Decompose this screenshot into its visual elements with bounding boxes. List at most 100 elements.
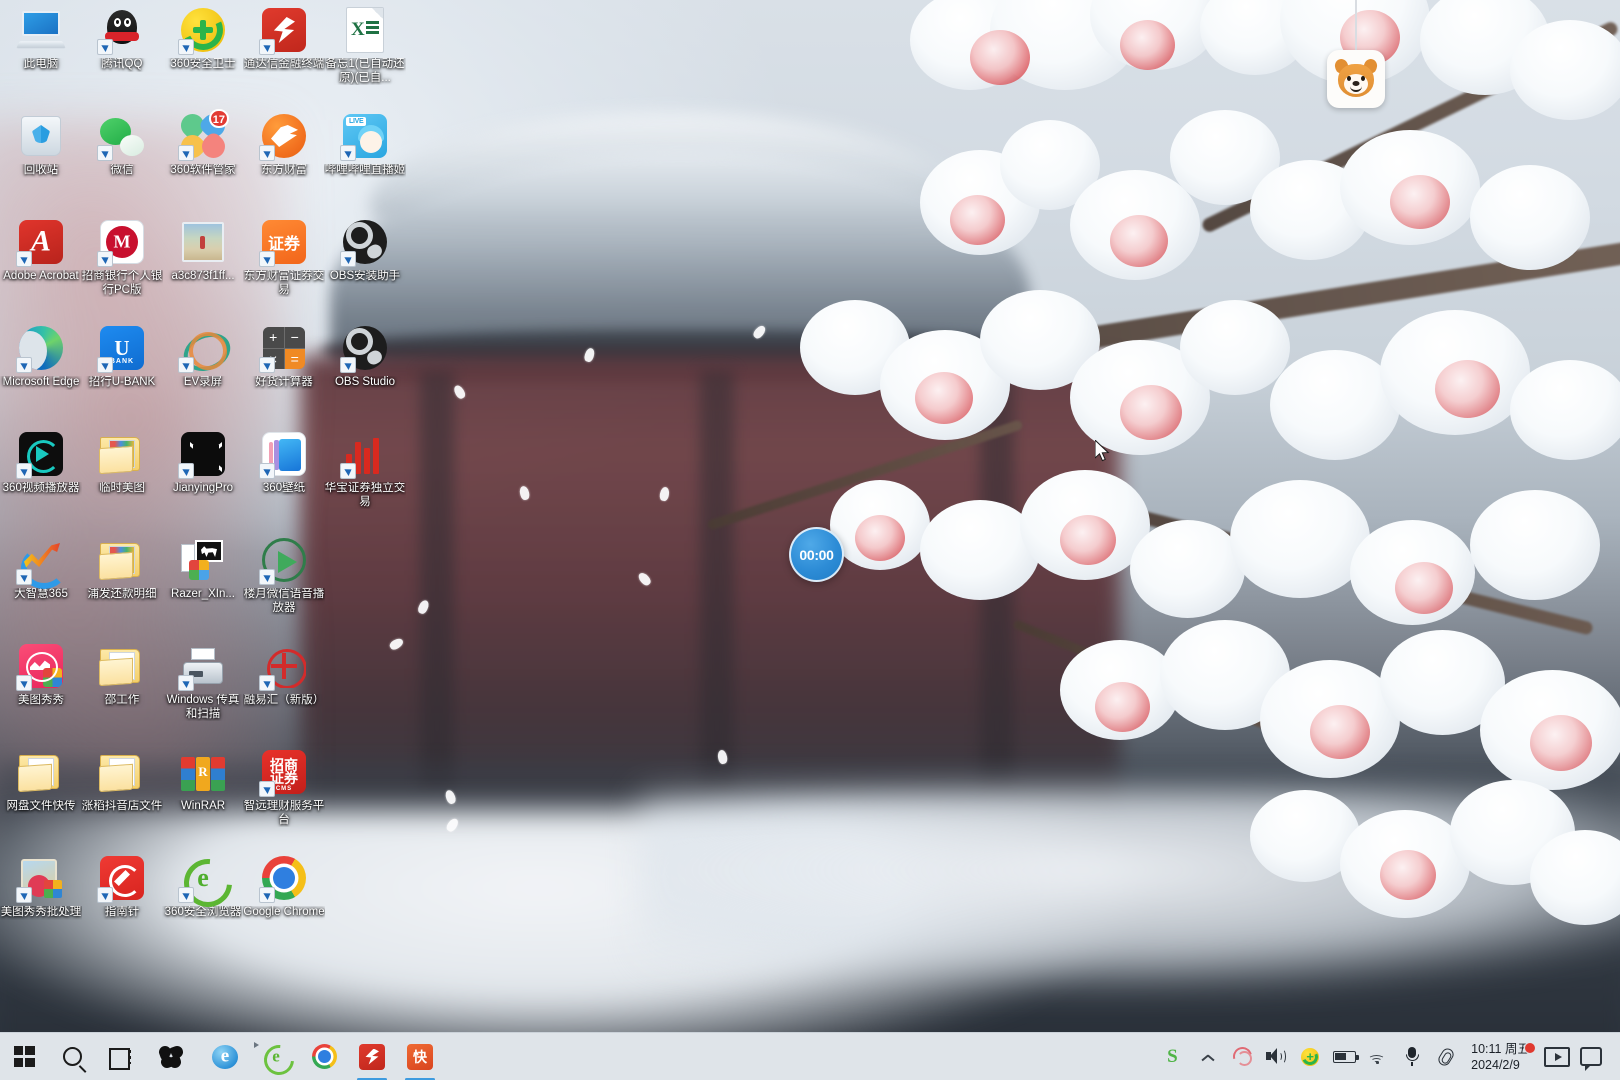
desktop-icon-40[interactable]: e 360安全浏览器 [162, 854, 244, 920]
clock-date: 2024/2/9 [1471, 1057, 1520, 1072]
desktop-icon-32[interactable]: Windows 传真和扫描 [162, 642, 244, 721]
dfcf-icon [259, 112, 308, 161]
desktop-icon-label: EV录屏 [183, 376, 223, 388]
shortcut-arrow-icon [97, 887, 113, 903]
action-center-button[interactable] [1540, 1033, 1574, 1080]
bilibili-icon: LIVE [340, 112, 389, 161]
desktop-icon-1[interactable]: 此电脑 [0, 6, 82, 72]
desktop-icon-20[interactable]: OBS Studio [324, 324, 406, 390]
desktop-icon-12[interactable]: M 招商银行个人银行PC版 [81, 218, 163, 297]
battery-button[interactable] [1327, 1033, 1361, 1080]
chrome-icon [259, 854, 308, 903]
internet-explorer-button[interactable]: e [198, 1033, 259, 1080]
desktop-icon-label: 腾讯QQ [101, 58, 143, 70]
desktop-icon-18[interactable]: EV录屏 [162, 324, 244, 390]
desktop-icon-29[interactable]: 楼月微信语音播放器 [243, 536, 325, 615]
360-browser-button[interactable]: e [252, 1033, 300, 1080]
cmb-icon: M [97, 218, 146, 267]
desktop-icon-7[interactable]: 微信 [81, 112, 163, 178]
desktop-icon-17[interactable]: U BANK 招行U-BANK [81, 324, 163, 390]
desktop-icon-14[interactable]: 证券 东方财富证券交易 [243, 218, 325, 297]
clock-button[interactable]: 10:11 周五 2024/2/9 [1463, 1033, 1540, 1080]
kuai-app-button[interactable]: 快 [396, 1033, 444, 1080]
desktop-icon-23[interactable]: JianyingPro [162, 430, 244, 496]
sogou-tray-icon[interactable]: S [1161, 1033, 1191, 1080]
volume-button[interactable] [1259, 1033, 1293, 1080]
shortcut-arrow-icon [16, 463, 32, 479]
acrobat-icon [16, 218, 65, 267]
show-desktop-button[interactable] [1608, 1033, 1614, 1080]
microphone-button[interactable] [1395, 1033, 1429, 1080]
google-chrome-button[interactable] [300, 1033, 348, 1080]
compass-icon [97, 854, 146, 903]
desktop-icon-33[interactable]: 融易汇（新版） [243, 642, 325, 708]
desktop-icon-37[interactable]: 招商 证券 CMS 智远理财服务平台 [243, 748, 325, 827]
show-hidden-icons-button[interactable] [1191, 1033, 1225, 1080]
wps-tray-icon[interactable] [1225, 1033, 1259, 1080]
desktop-icon-8[interactable]: 17 360软件管家 [162, 109, 244, 178]
sogou-input-button[interactable] [144, 1033, 198, 1080]
timer-widget[interactable]: 00:00 [789, 527, 844, 582]
shortcut-arrow-icon [340, 145, 356, 161]
notifications-button[interactable] [1574, 1033, 1608, 1080]
360-security-tray-icon[interactable] [1293, 1033, 1327, 1080]
shiba-inu-pet-widget[interactable] [1327, 0, 1385, 112]
desktop-icon-21[interactable]: 360视频播放器 [0, 430, 82, 496]
razer-icon [179, 536, 227, 584]
desktop-icon-35[interactable]: 涨稻抖音店文件 [81, 748, 163, 814]
tdx-terminal-button[interactable] [348, 1033, 396, 1080]
desktop-icon-15[interactable]: OBS安装助手 [324, 218, 406, 284]
internet-explorer-icon: e [212, 1044, 238, 1069]
desktop-icon-label: 涨稻抖音店文件 [81, 800, 163, 812]
desktop-icon-9[interactable]: 东方财富 [243, 112, 325, 178]
folder-color-icon [98, 430, 146, 478]
clip-tray-icon[interactable] [1429, 1033, 1463, 1080]
desktop-icon-25[interactable]: 华宝证券独立交易 [324, 430, 406, 509]
desktop-icon-11[interactable]: Adobe Acrobat [0, 218, 82, 284]
wps-icon [1233, 1047, 1252, 1066]
desktop-icon-26[interactable]: 大智慧365 [0, 536, 82, 602]
task-view-button[interactable] [96, 1033, 144, 1080]
timer-value: 00:00 [799, 546, 834, 563]
desktop-icon-24[interactable]: 360壁纸 [243, 430, 325, 496]
desktop-icon-41[interactable]: Google Chrome [243, 854, 325, 920]
search-icon [62, 1047, 82, 1066]
desktop-icon-39[interactable]: 指南针 [81, 854, 163, 920]
desktop-icon-27[interactable]: 浦发还款明细 [81, 536, 163, 602]
desktop-icon-label: 浦发还款明细 [87, 588, 157, 600]
desktop-icon-31[interactable]: 邵工作 [81, 642, 163, 708]
desktop-icon-5[interactable]: X 备忘1(已自动还原)(已自... [324, 6, 406, 85]
desktop-icon-19[interactable]: +−×= 好货计算器 [243, 324, 325, 390]
tdx-icon [259, 6, 308, 55]
folder-doc-icon [98, 748, 146, 796]
desktop-icon-label: 楼月微信语音播放器 [243, 588, 325, 614]
desktop-icon-2[interactable]: 腾讯QQ [81, 6, 163, 72]
desktop-icon-6[interactable]: 回收站 [0, 112, 82, 178]
desktop-icon-4[interactable]: 通达信金融终端 [243, 6, 325, 72]
shortcut-arrow-icon [259, 39, 275, 55]
clock-alert-badge [1524, 1041, 1536, 1054]
desktop-icon-36[interactable]: R WinRAR [162, 748, 244, 814]
desktop-icon-16[interactable]: Microsoft Edge [0, 324, 82, 390]
search-button[interactable] [48, 1033, 96, 1080]
desktop-icon-label: 美图秀秀批处理 [0, 906, 82, 918]
desktop-icon-label: 美图秀秀 [18, 694, 64, 706]
photo-icon [179, 218, 227, 266]
desktop-icon-label: 招商银行个人银行PC版 [81, 270, 163, 296]
folder-doc-icon [98, 642, 146, 690]
desktop-icon-22[interactable]: 临时美图 [81, 430, 163, 496]
network-button[interactable] [1361, 1033, 1395, 1080]
obs-icon [340, 218, 389, 267]
start-button[interactable] [0, 1033, 48, 1080]
desktop-icon-28[interactable]: Razer_XIn... [162, 536, 244, 602]
desktop-icon-38[interactable]: 美图秀秀批处理 [0, 854, 82, 920]
desktop-icon-13[interactable]: a3c873f1ff... [162, 218, 244, 284]
desktop-icon-label: 临时美图 [99, 482, 145, 494]
desktop-icon-34[interactable]: 网盘文件快传 [0, 748, 82, 814]
taskbar: e e 快 S + 10:11 周五 2024/2/9 [0, 1032, 1620, 1080]
desktop-icon-30[interactable]: 美图秀秀 [0, 642, 82, 708]
desktop-icon-3[interactable]: 360安全卫士 [162, 6, 244, 72]
shortcut-arrow-icon [178, 675, 194, 691]
folder-doc-icon [17, 748, 65, 796]
desktop-icon-10[interactable]: LIVE 哔哩哔哩直播姬 [324, 112, 406, 178]
